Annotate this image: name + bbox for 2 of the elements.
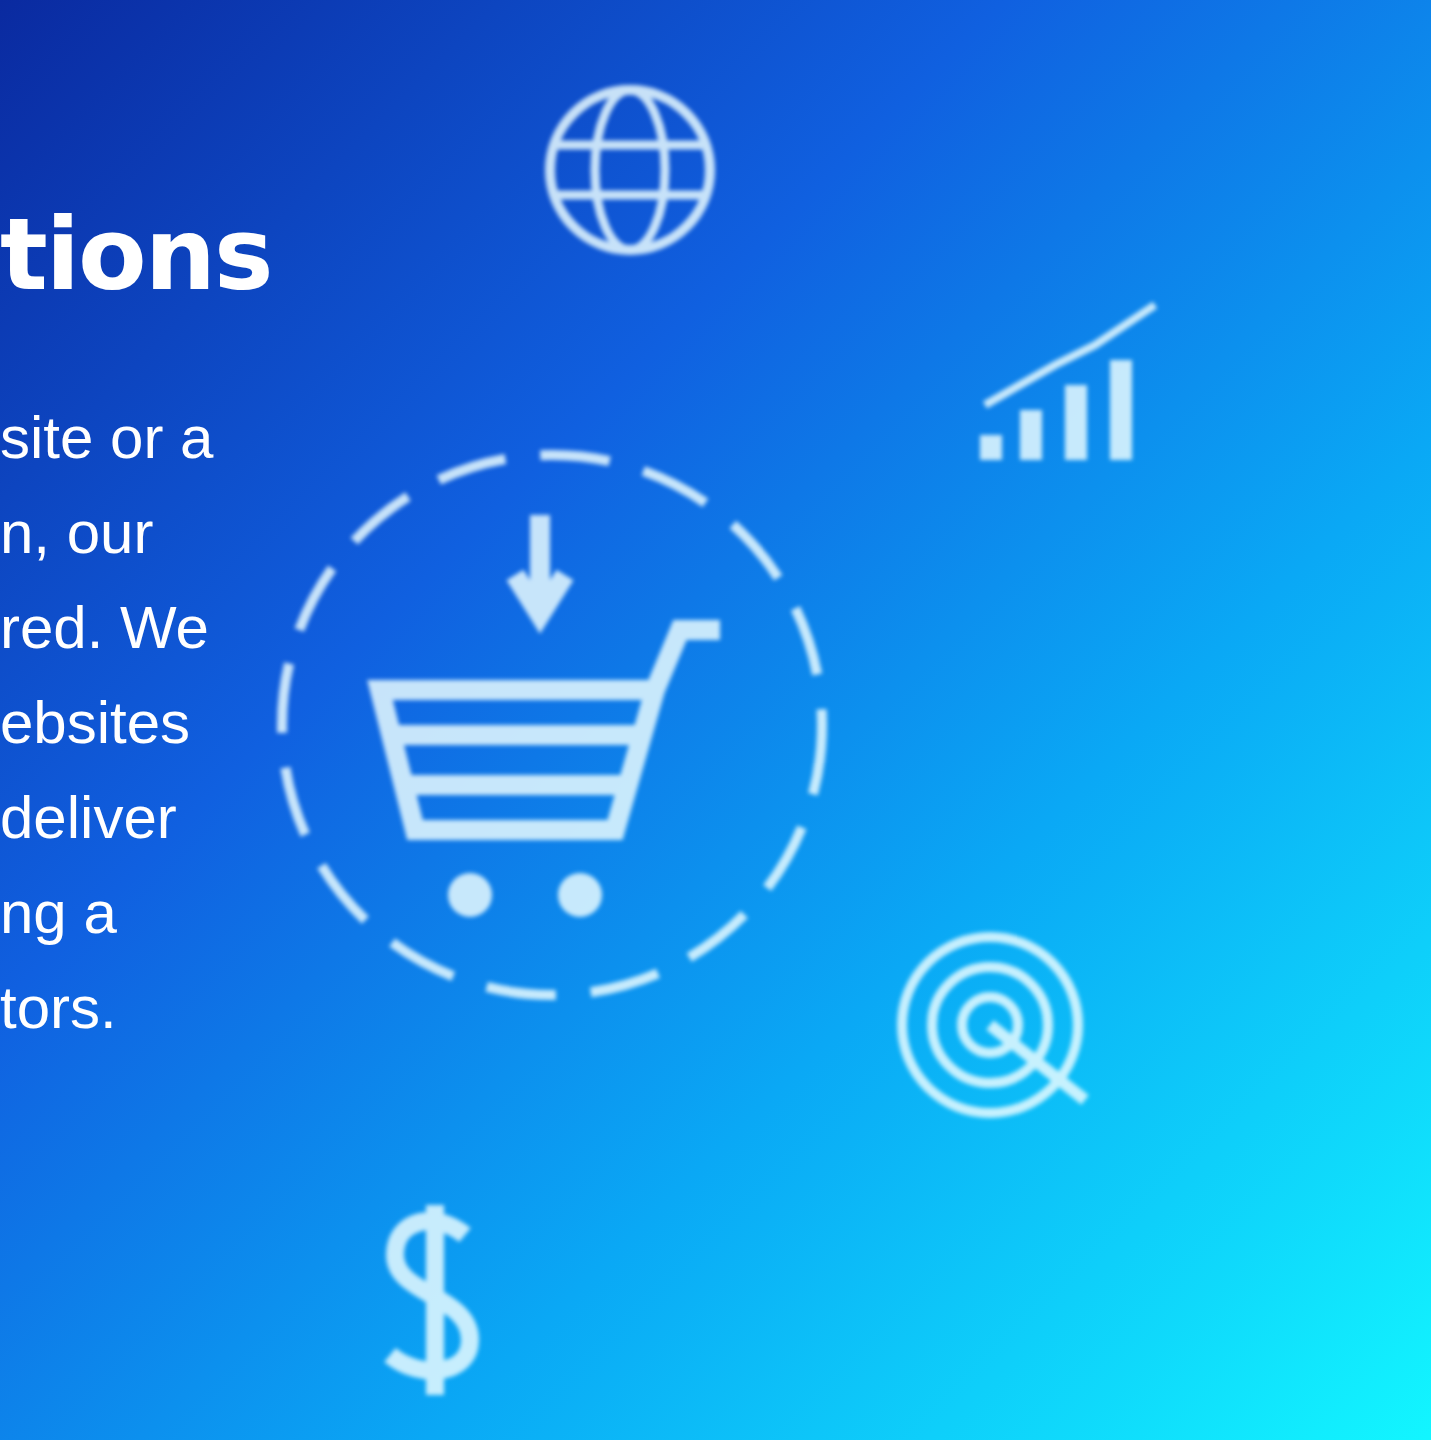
paragraph: site or a n, our red. We ebsites deliver ng a tors. bbox=[0, 403, 214, 1043]
section-heading: tions bbox=[0, 195, 272, 315]
